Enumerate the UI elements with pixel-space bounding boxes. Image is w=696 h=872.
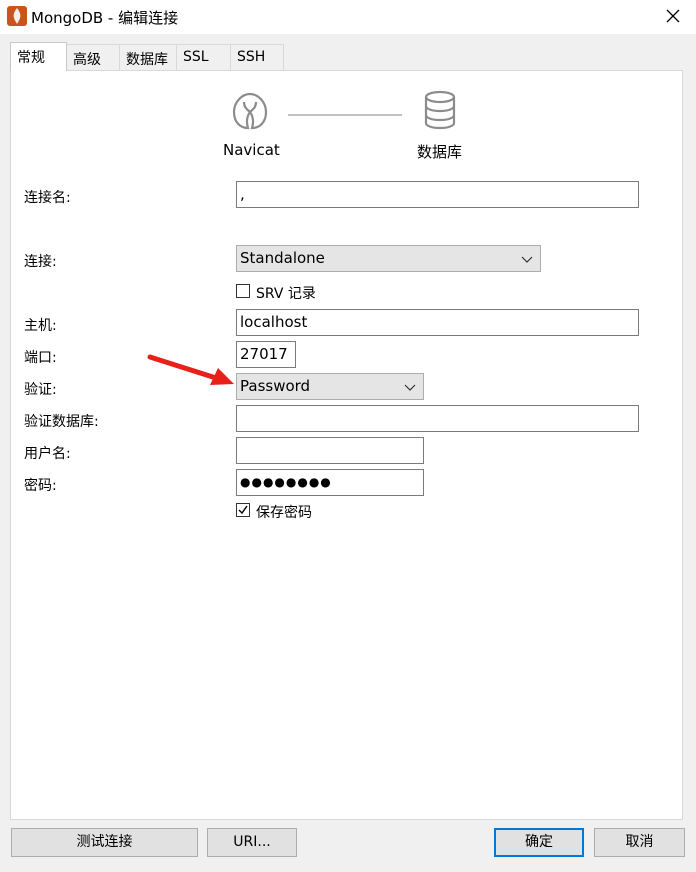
username-label: 用户名: — [24, 446, 71, 462]
tab-ssl[interactable]: SSL — [176, 44, 231, 71]
host-input[interactable]: localhost — [236, 309, 639, 336]
title-bar: MongoDB - 编辑连接 — [0, 0, 696, 34]
mongodb-leaf-icon — [7, 6, 27, 26]
connection-name-label: 连接名: — [24, 190, 71, 206]
chevron-down-icon — [404, 384, 416, 391]
password-input[interactable]: ●●●●●●●● — [236, 469, 424, 496]
save-password-checkbox[interactable] — [236, 503, 250, 517]
database-label: 数据库 — [417, 143, 463, 161]
checkmark-icon — [238, 505, 248, 515]
port-label: 端口: — [24, 350, 57, 366]
cancel-button[interactable]: 取消 — [594, 828, 685, 857]
close-icon[interactable] — [650, 0, 696, 34]
connection-name-input[interactable]: , — [236, 181, 639, 208]
connection-type-select[interactable]: Standalone — [236, 245, 541, 272]
window-title: MongoDB - 编辑连接 — [31, 9, 179, 27]
auth-select[interactable]: Password — [236, 373, 424, 400]
auth-db-label: 验证数据库: — [24, 414, 99, 430]
tab-advanced[interactable]: 高级 — [66, 44, 120, 71]
tab-ssh[interactable]: SSH — [230, 44, 284, 71]
uri-button[interactable]: URI... — [207, 828, 297, 857]
navicat-label: Navicat — [223, 141, 280, 159]
host-label: 主机: — [24, 318, 57, 334]
database-icon — [420, 88, 460, 132]
connection-type-label: 连接: — [24, 254, 57, 270]
username-input[interactable] — [236, 437, 424, 464]
password-label: 密码: — [24, 478, 57, 494]
chevron-down-icon — [521, 256, 533, 263]
auth-label: 验证: — [24, 382, 57, 398]
test-connection-button[interactable]: 测试连接 — [11, 828, 198, 857]
port-input[interactable]: 27017 — [236, 341, 296, 368]
srv-record-label: SRV 记录 — [256, 286, 316, 302]
save-password-label: 保存密码 — [256, 505, 312, 521]
auth-db-input[interactable] — [236, 405, 639, 432]
annotation-arrow-icon — [146, 352, 238, 388]
tab-general[interactable]: 常规 — [10, 42, 67, 71]
srv-record-checkbox[interactable] — [236, 284, 250, 298]
connection-line — [288, 114, 402, 116]
ok-button[interactable]: 确定 — [494, 828, 584, 857]
navicat-icon — [228, 88, 272, 132]
tab-database[interactable]: 数据库 — [119, 44, 177, 71]
